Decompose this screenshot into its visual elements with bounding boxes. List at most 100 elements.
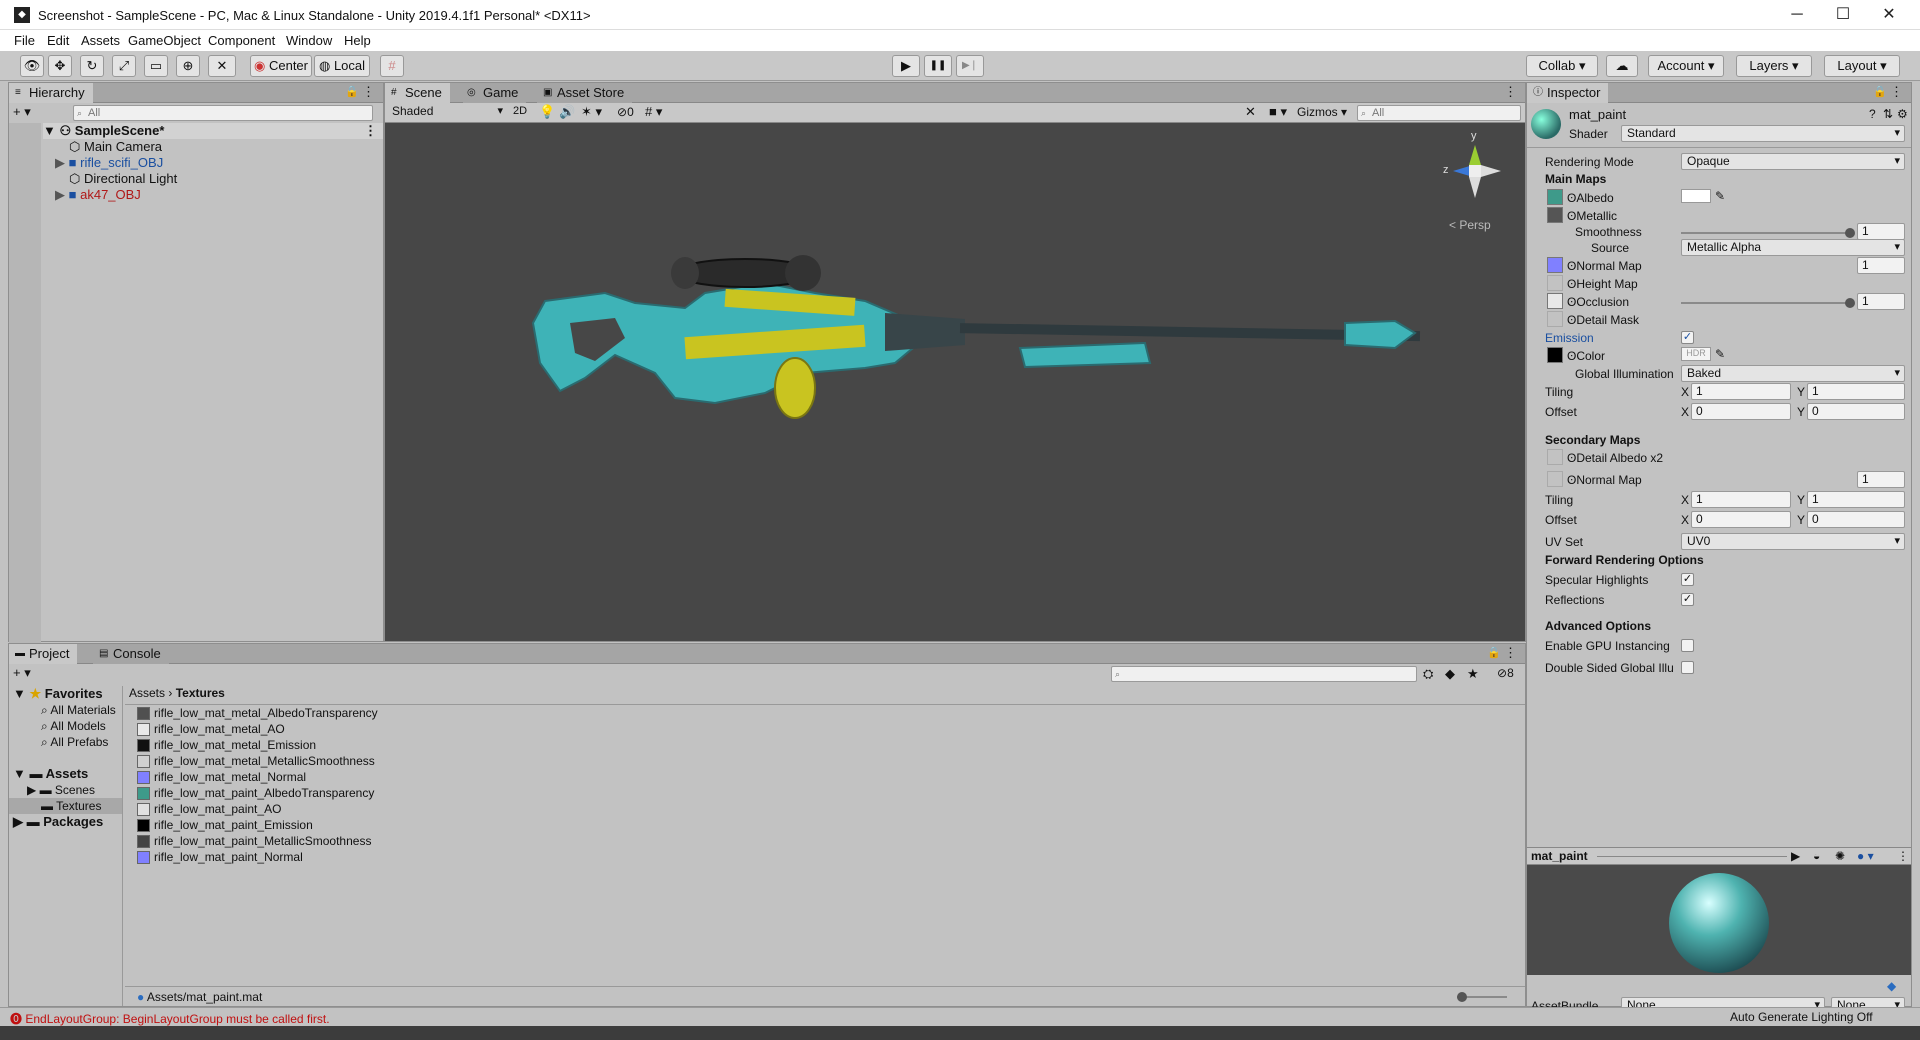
secondary-normal-slot[interactable]: [1547, 471, 1563, 487]
hierarchy-add-button[interactable]: + ▾: [13, 104, 31, 120]
snap-icon[interactable]: #: [380, 55, 404, 77]
emission-checkbox[interactable]: ✓: [1681, 331, 1694, 344]
file-item[interactable]: rifle_low_mat_paint_AlbedoTransparency: [137, 786, 374, 802]
help-icon[interactable]: ?: [1869, 107, 1876, 121]
folder-scenes[interactable]: ▶ ▬ Scenes: [27, 782, 95, 798]
lighting-status[interactable]: Auto Generate Lighting Off: [1730, 1010, 1873, 1024]
smoothness-input[interactable]: 1: [1857, 223, 1905, 240]
scene-viewport[interactable]: y z < Persp: [385, 123, 1525, 641]
file-item[interactable]: rifle_low_mat_metal_Emission: [137, 738, 316, 754]
menu-gameobject[interactable]: GameObject: [128, 33, 201, 48]
step-button[interactable]: ▶❘: [956, 55, 984, 77]
emission-color-swatch[interactable]: HDR: [1681, 347, 1711, 361]
tab-game[interactable]: ◎ Game: [463, 83, 527, 103]
menu-assets[interactable]: Assets: [81, 33, 120, 48]
source-dropdown[interactable]: Metallic Alpha: [1681, 239, 1905, 256]
rotate-tool-icon[interactable]: ↻: [80, 55, 104, 77]
layers-dropdown[interactable]: Layers ▾: [1736, 55, 1812, 77]
menu-window[interactable]: Window: [286, 33, 332, 48]
secondary-normal-input[interactable]: 1: [1857, 471, 1905, 488]
hierarchy-item-main-camera[interactable]: ⬡ Main Camera: [69, 139, 162, 155]
packages-folder[interactable]: ▶ ▬ Packages: [13, 814, 103, 830]
project-search-input[interactable]: ⌕: [1111, 666, 1417, 682]
tools-icon[interactable]: ✕: [1245, 104, 1256, 120]
slider-knob[interactable]: [1845, 228, 1855, 238]
detail-mask-slot[interactable]: [1547, 311, 1563, 327]
favorite-star-icon[interactable]: ★: [1467, 666, 1479, 682]
tab-project[interactable]: ▬ Project: [9, 644, 78, 664]
albedo-color-swatch[interactable]: [1681, 189, 1711, 203]
lighting-icon[interactable]: 💡: [539, 104, 555, 120]
double-sided-gi-checkbox[interactable]: [1681, 661, 1694, 674]
kebab-menu-icon[interactable]: ⋮: [1504, 645, 1517, 661]
file-item[interactable]: rifle_low_mat_paint_AO: [137, 802, 281, 818]
occlusion-map-slot[interactable]: [1547, 293, 1563, 309]
rect-tool-icon[interactable]: ▭: [144, 55, 168, 77]
material-preview[interactable]: [1527, 865, 1911, 975]
breadcrumb-textures[interactable]: Textures: [176, 686, 225, 700]
preset-icon[interactable]: ⇅: [1883, 107, 1893, 121]
offset-y-input[interactable]: 0: [1807, 403, 1905, 420]
hidden-packages-toggle[interactable]: ⊘8: [1497, 666, 1514, 680]
gear-icon[interactable]: ⚙: [1897, 107, 1908, 121]
preview-light-icon[interactable]: ✺: [1835, 849, 1845, 863]
file-item[interactable]: rifle_low_mat_paint_Normal: [137, 850, 303, 866]
sec-tiling-y-input[interactable]: 1: [1807, 491, 1905, 508]
metallic-texture-slot[interactable]: [1547, 207, 1563, 223]
shader-dropdown[interactable]: Standard: [1621, 125, 1905, 142]
hierarchy-item-ak47[interactable]: ▶ ■ ak47_OBJ: [55, 187, 141, 203]
kebab-menu-icon[interactable]: ⋮: [362, 84, 375, 100]
tab-scene[interactable]: # Scene: [385, 83, 450, 103]
move-tool-icon[interactable]: ✥: [48, 55, 72, 77]
collab-dropdown[interactable]: Collab ▾: [1526, 55, 1598, 77]
layout-dropdown[interactable]: Layout ▾: [1824, 55, 1900, 77]
reflections-checkbox[interactable]: ✓: [1681, 593, 1694, 606]
custom-tool-icon[interactable]: ✕: [208, 55, 236, 77]
occlusion-slider[interactable]: [1681, 298, 1855, 308]
gizmos-dropdown[interactable]: Gizmos ▾: [1297, 105, 1347, 119]
search-by-type-icon[interactable]: ⛭: [1423, 666, 1433, 682]
shading-dropdown[interactable]: Shaded: [387, 104, 507, 121]
hierarchy-search-input[interactable]: ⌕ All: [73, 105, 373, 121]
error-message[interactable]: ⓿ EndLayoutGroup: BeginLayoutGroup must …: [10, 1010, 330, 1027]
scene-search-input[interactable]: ⌕ All: [1357, 105, 1521, 121]
file-item[interactable]: rifle_low_mat_paint_Emission: [137, 818, 313, 834]
folder-textures[interactable]: ▬ Textures: [9, 798, 122, 814]
icon-size-slider[interactable]: [1457, 992, 1507, 1002]
file-item[interactable]: rifle_low_mat_metal_AO: [137, 722, 285, 738]
occlusion-input[interactable]: 1: [1857, 293, 1905, 310]
rendering-mode-dropdown[interactable]: Opaque: [1681, 153, 1905, 170]
project-add-button[interactable]: + ▾: [13, 665, 31, 681]
normal-scale-input[interactable]: 1: [1857, 257, 1905, 274]
height-map-slot[interactable]: [1547, 275, 1563, 291]
transform-tool-icon[interactable]: ⊕: [176, 55, 200, 77]
kebab-menu-icon[interactable]: ⋮: [1897, 849, 1909, 863]
maximize-button[interactable]: ☐: [1820, 0, 1866, 30]
sec-offset-y-input[interactable]: 0: [1807, 511, 1905, 528]
kebab-menu-icon[interactable]: ⋮: [1504, 84, 1517, 100]
lock-icon[interactable]: 🔒: [1487, 646, 1501, 659]
scene-row[interactable]: ▼ ⚇ SampleScene* ⋮: [43, 123, 383, 139]
gi-dropdown[interactable]: Baked: [1681, 365, 1905, 382]
pivot-local-button[interactable]: ◍ Local: [314, 55, 370, 77]
search-by-label-icon[interactable]: ◆: [1445, 666, 1455, 682]
slider-knob[interactable]: [1457, 992, 1467, 1002]
tiling-y-input[interactable]: 1: [1807, 383, 1905, 400]
pause-button[interactable]: ❚❚: [924, 55, 952, 77]
sec-tiling-x-input[interactable]: 1: [1691, 491, 1791, 508]
preview-mesh-icon[interactable]: ◒: [1813, 849, 1820, 863]
favorite-all-prefabs[interactable]: ⌕ All Prefabs: [41, 734, 108, 750]
gpu-instancing-checkbox[interactable]: [1681, 639, 1694, 652]
lock-icon[interactable]: 🔒: [1873, 85, 1887, 98]
tab-asset-store[interactable]: ▣ Asset Store: [537, 83, 633, 103]
close-button[interactable]: ✕: [1866, 0, 1912, 30]
hierarchy-item-rifle[interactable]: ▶ ■ rifle_scifi_OBJ: [55, 155, 163, 171]
preview-play-icon[interactable]: ▶: [1791, 849, 1800, 863]
file-item[interactable]: rifle_low_mat_paint_MetallicSmoothness: [137, 834, 371, 850]
specular-checkbox[interactable]: ✓: [1681, 573, 1694, 586]
assets-folder[interactable]: ▼ ▬ Assets: [13, 766, 88, 782]
orientation-gizmo[interactable]: [1453, 145, 1501, 198]
camera-icon[interactable]: ■ ▾: [1269, 104, 1287, 120]
eyedropper-icon[interactable]: ✎: [1715, 347, 1725, 361]
tab-console[interactable]: ▤ Console: [93, 644, 169, 664]
